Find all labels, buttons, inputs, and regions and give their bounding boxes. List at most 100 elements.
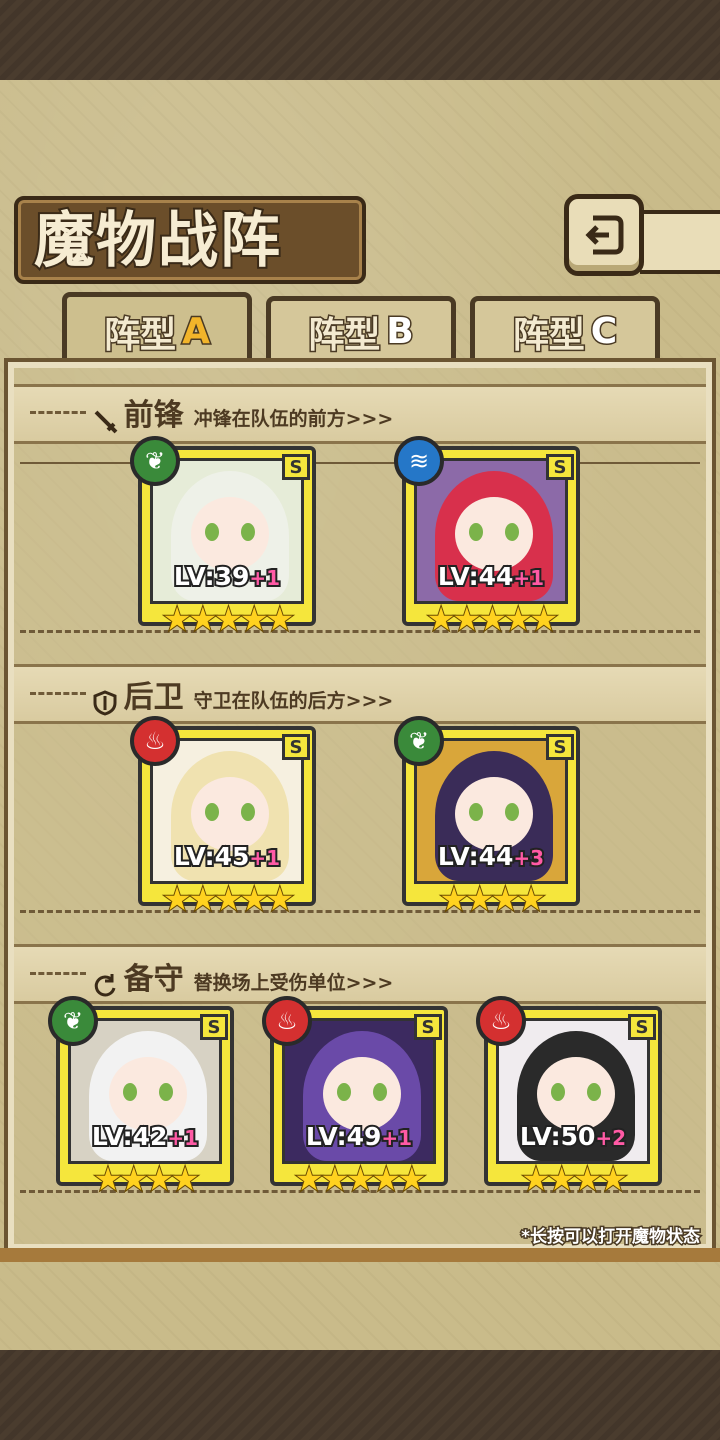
monster-eye <box>241 803 255 821</box>
rank-badge: S <box>414 1014 442 1040</box>
monster-eye <box>241 523 255 541</box>
monster-eye <box>505 523 519 541</box>
tab-label: 阵型 <box>511 313 586 357</box>
monster-eye <box>123 1083 137 1101</box>
monster-eye <box>205 523 219 541</box>
nature-element-icon: ❦ <box>48 996 98 1046</box>
monster-card[interactable]: S ♨ LV:49+1 ★★★★★ <box>262 996 448 1199</box>
row-guide <box>20 630 700 633</box>
level-value: LV:45 <box>172 840 251 873</box>
tab-suffix: C <box>589 310 618 354</box>
level-value: LV:44 <box>436 840 515 873</box>
tab-suffix: A <box>181 310 212 354</box>
tab-formation-b[interactable]: 阵型 B <box>266 296 456 362</box>
level-label: LV:45+1 <box>142 840 312 873</box>
level-value: LV:42 <box>90 1120 169 1153</box>
level-value: LV:49 <box>304 1120 383 1153</box>
monster-card[interactable]: S ❦ LV:44+3 ★★★★ <box>394 716 580 919</box>
back-button[interactable] <box>564 194 644 276</box>
monster-eye <box>505 803 519 821</box>
rank-badge: S <box>546 454 574 480</box>
rank-badge: S <box>628 1014 656 1040</box>
section-name: 后卫 <box>123 680 184 715</box>
tab-label: 阵型 <box>307 313 382 357</box>
monster-card[interactable]: S ❦ LV:39+1 ★★★★★ <box>130 436 316 639</box>
level-bonus: +2 <box>593 1124 628 1152</box>
monster-eye <box>337 1083 351 1101</box>
monster-eye <box>373 1083 387 1101</box>
level-bonus: +3 <box>511 844 546 872</box>
panel-bottom-edge <box>0 1248 720 1262</box>
monster-card[interactable]: S ♨ LV:45+1 ★★★★★ <box>130 716 316 919</box>
section-divider <box>30 692 86 695</box>
row-guide <box>20 462 700 464</box>
sword-icon <box>94 410 118 433</box>
row-guide <box>20 910 700 913</box>
star-rating: ★★★★ <box>439 879 547 919</box>
level-value: LV:44 <box>436 560 515 593</box>
level-label: LV:39+1 <box>142 560 312 593</box>
fire-element-icon: ♨ <box>476 996 526 1046</box>
rank-badge: S <box>282 734 310 760</box>
section-name: 备守 <box>123 962 184 997</box>
tab-label: 阵型 <box>103 313 178 357</box>
top-border <box>0 0 720 90</box>
level-label: LV:44+1 <box>406 560 576 593</box>
level-bonus: +1 <box>165 1124 200 1152</box>
monster-card[interactable]: S ♨ LV:50+2 ★★★★ <box>476 996 662 1199</box>
level-label: LV:49+1 <box>274 1120 444 1153</box>
level-label: LV:42+1 <box>60 1120 230 1153</box>
section-title-reserve: 备守 替换场上受伤单位>>> <box>92 954 393 998</box>
monster-eye <box>159 1083 173 1101</box>
level-bonus: +1 <box>247 844 282 872</box>
monster-face <box>455 777 533 851</box>
section-divider <box>30 411 86 414</box>
monster-eye <box>587 1083 601 1101</box>
section-desc: 守卫在队伍的后方>>> <box>193 690 394 712</box>
section-title-vanguard: 前锋 冲锋在队伍的前方>>> <box>92 390 393 434</box>
return-arrow-icon <box>585 215 624 255</box>
section-name: 前锋 <box>123 398 184 433</box>
long-press-hint: *长按可以打开魔物状态 <box>520 1226 702 1249</box>
fire-element-icon: ♨ <box>130 716 180 766</box>
monster-eye <box>469 523 483 541</box>
star-rating: ★★★★★ <box>162 879 295 919</box>
tab-formation-c[interactable]: 阵型 C <box>470 296 660 362</box>
monster-face <box>455 497 533 571</box>
page-title: 魔物战阵 <box>32 204 282 278</box>
tab-suffix: B <box>385 310 416 354</box>
monster-eye <box>469 803 483 821</box>
bottom-border <box>0 1350 720 1440</box>
level-bonus: +1 <box>247 564 282 592</box>
monster-face <box>109 1057 187 1131</box>
star-rating: ★★★★★ <box>426 599 559 639</box>
back-button-extension <box>640 210 720 274</box>
monster-eye <box>551 1083 565 1101</box>
monster-card[interactable]: S ❦ LV:42+1 ★★★★ <box>48 996 234 1199</box>
level-label: LV:50+2 <box>488 1120 658 1153</box>
monster-face <box>191 497 269 571</box>
section-divider <box>30 972 86 975</box>
fire-element-icon: ♨ <box>262 996 312 1046</box>
rank-badge: S <box>546 734 574 760</box>
rank-badge: S <box>200 1014 228 1040</box>
section-title-rearguard: 后卫 守卫在队伍的后方>>> <box>92 672 393 716</box>
star-rating: ★★★★★ <box>162 599 295 639</box>
level-value: LV:39 <box>172 560 251 593</box>
tab-formation-a[interactable]: 阵型 A <box>62 292 252 366</box>
level-bonus: +1 <box>511 564 546 592</box>
level-bonus: +1 <box>379 1124 414 1152</box>
monster-card[interactable]: S ≋ LV:44+1 ★★★★★ <box>394 436 580 639</box>
level-label: LV:44+3 <box>406 840 576 873</box>
monster-face <box>537 1057 615 1131</box>
section-desc: 替换场上受伤单位>>> <box>193 972 394 994</box>
level-value: LV:50 <box>518 1120 597 1153</box>
monster-eye <box>205 803 219 821</box>
nature-element-icon: ❦ <box>130 436 180 486</box>
section-desc: 冲锋在队伍的前方>>> <box>193 408 394 430</box>
star-rating: ★★★★ <box>521 1159 629 1199</box>
monster-face <box>191 777 269 851</box>
nature-element-icon: ❦ <box>394 716 444 766</box>
star-rating: ★★★★ <box>93 1159 201 1199</box>
monster-face <box>323 1057 401 1131</box>
